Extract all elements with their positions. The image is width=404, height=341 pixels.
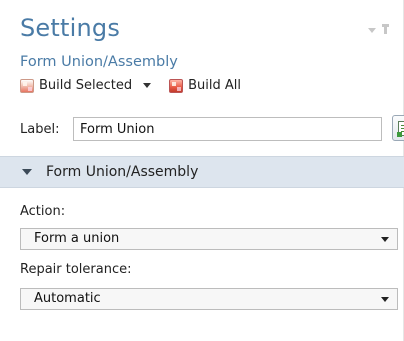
action-select[interactable]: Form a union	[20, 228, 398, 250]
action-value: Form a union	[34, 231, 120, 246]
show-notes-button[interactable]	[392, 115, 404, 141]
section-title: Form Union/Assembly	[46, 164, 199, 180]
build-selected-button[interactable]: Build Selected	[20, 78, 152, 93]
repair-tolerance-label: Repair tolerance:	[20, 262, 132, 277]
label-caption: Label:	[20, 122, 60, 137]
dropdown-arrow-icon	[381, 237, 389, 242]
panel-title: Settings	[20, 14, 121, 42]
collapse-triangle-icon	[22, 169, 32, 175]
repair-tolerance-select[interactable]: Automatic	[20, 288, 398, 310]
settings-toolbar: Build Selected Build All	[20, 78, 241, 93]
build-selected-label: Build Selected	[39, 78, 133, 93]
action-label: Action:	[20, 204, 66, 219]
build-all-icon	[169, 78, 184, 93]
notes-icon	[396, 120, 404, 137]
section-header-form-union[interactable]: Form Union/Assembly	[0, 156, 404, 188]
panel-header-controls	[368, 24, 389, 34]
pin-icon[interactable]	[382, 24, 389, 34]
build-all-button[interactable]: Build All	[169, 78, 241, 93]
build-all-label: Build All	[188, 78, 242, 93]
build-selected-icon	[20, 78, 34, 93]
label-input[interactable]: Form Union	[73, 117, 382, 141]
settings-panel: Settings Form Union/Assembly Build Selec…	[0, 0, 404, 341]
dropdown-arrow-icon	[381, 297, 389, 302]
label-row: Label: Form Union	[20, 115, 404, 143]
chevron-down-icon[interactable]	[143, 83, 152, 88]
repair-tolerance-value: Automatic	[34, 291, 101, 306]
panel-menu-icon[interactable]	[368, 27, 376, 33]
node-subtitle: Form Union/Assembly	[20, 54, 178, 70]
